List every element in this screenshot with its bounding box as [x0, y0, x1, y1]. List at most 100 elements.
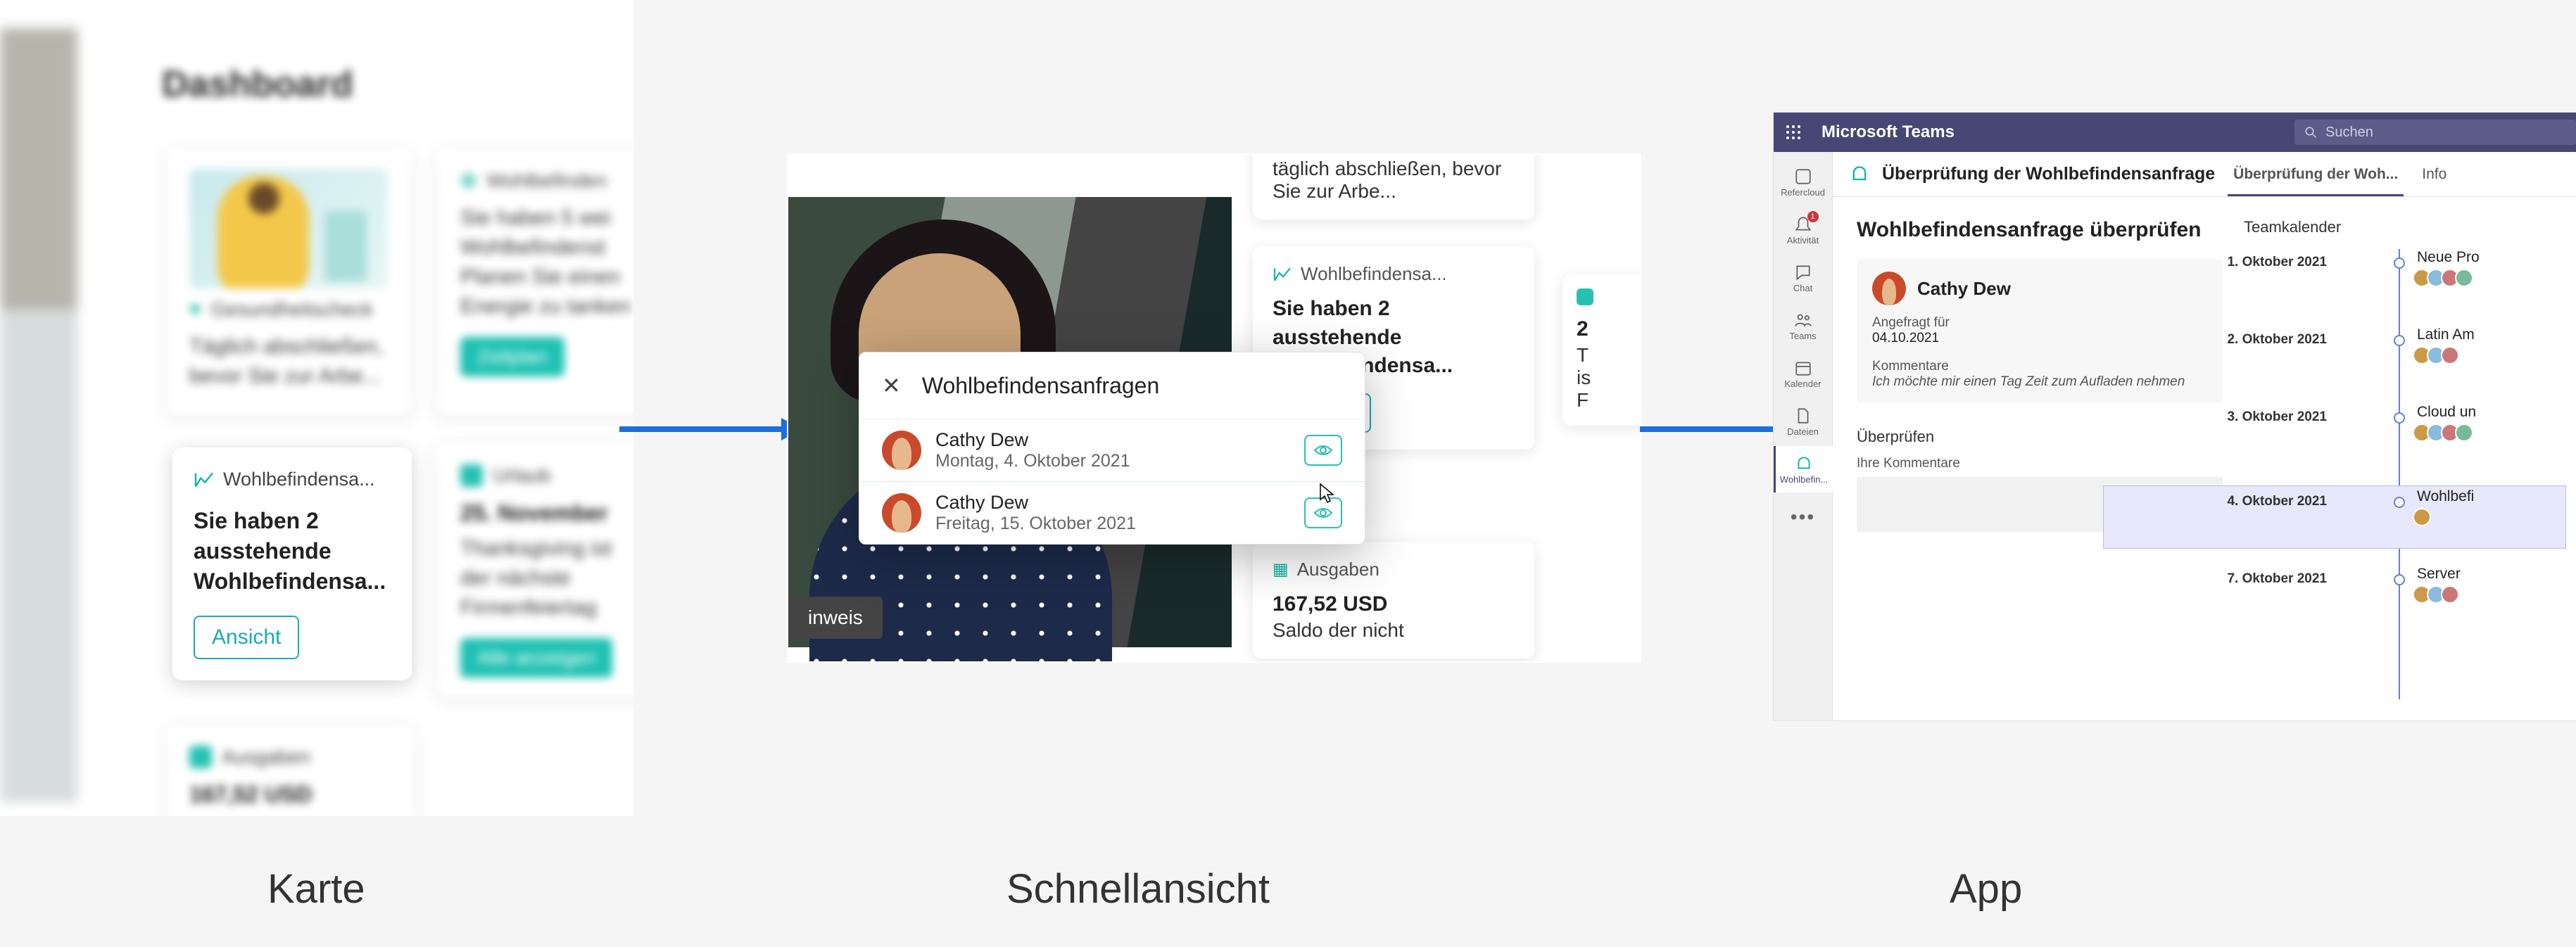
ellipsis-icon: ••• — [1791, 506, 1815, 528]
arrow-karte-to-schnell — [619, 415, 802, 443]
requester-name: Cathy Dew — [1917, 278, 2011, 300]
cal-event[interactable]: Server — [2417, 566, 2566, 604]
popup-title: Wohlbefindensanfragen — [922, 373, 1159, 399]
page-title: Überprüfung der Wohlbefindensanfrage — [1882, 164, 2215, 184]
alle-anzeigen-button[interactable]: Alle anzeigen — [460, 638, 612, 678]
label-app: App — [1950, 865, 2022, 913]
avatar — [882, 431, 921, 470]
request-name: Cathy Dew — [935, 429, 1290, 451]
cal-date: 1. Oktober 2021 — [2186, 255, 2327, 270]
app-main: Wohlbefindensanfrage überprüfen Cathy De… — [1833, 197, 2576, 720]
cal-event[interactable]: Neue Pro — [2417, 249, 2566, 287]
tab-ueberpruefung[interactable]: Überprüfung der Woh... — [2228, 166, 2404, 196]
search-input[interactable]: Suchen — [2294, 120, 2576, 145]
card-gesundheitscheck[interactable]: ♥Gesundheitscheck Täglich abschließen, b… — [165, 148, 412, 415]
card-title: Ausgaben — [1297, 559, 1379, 580]
cal-event[interactable]: Latin Am — [2417, 326, 2566, 364]
stage-karte: Dashboard ♥Gesundheitscheck Täglich absc… — [0, 0, 633, 816]
cal-event[interactable]: Cloud un — [2417, 404, 2566, 442]
avatar — [882, 493, 921, 533]
stage-app: Microsoft Teams Suchen Refercloud 1Aktiv… — [1774, 113, 2576, 720]
eye-icon — [1313, 443, 1333, 457]
card-body: Sie haben 5 wei Wohlbefindenst Planen Si… — [460, 203, 633, 322]
card-title: Wohlbefindensa... — [223, 469, 375, 490]
card-ausgaben[interactable]: Ausgaben 167,52 USD — [165, 725, 413, 816]
card-body: Sie haben 2 ausstehende Wohlbefindensa..… — [194, 506, 391, 597]
request-card: Cathy Dew Angefragt für 04.10.2021 Komme… — [1857, 259, 2223, 402]
teams-titlebar: Microsoft Teams Suchen — [1774, 113, 2576, 152]
card-title: Wohlbefindensa... — [1301, 263, 1447, 285]
card-title: Wohlbefinden — [486, 170, 607, 192]
stage-schnellansicht: inweis täglich abschließen, bevor Sie zu… — [788, 155, 1640, 661]
product-name: Microsoft Teams — [1821, 122, 1955, 142]
card-number-snippet: 2 T is F — [1562, 274, 1640, 426]
rail-teams[interactable]: Teams — [1774, 303, 1833, 349]
ansicht-button[interactable]: Ansicht — [194, 616, 299, 659]
card-wohlbefindensanfragen-focused[interactable]: Wohlbefindensa... Sie haben 2 ausstehend… — [172, 447, 412, 680]
label-schnellansicht: Schnellansicht — [1006, 865, 1270, 913]
close-icon[interactable]: ✕ — [882, 372, 901, 399]
cal-date: 4. Oktober 2021 — [2186, 494, 2327, 509]
view-button[interactable] — [1304, 435, 1342, 466]
app-header: Überprüfung der Wohlbefindensanfrage Übe… — [1833, 152, 2576, 197]
calendar-heading: Teamkalender — [2244, 218, 2552, 236]
request-row[interactable]: Cathy Dew Freitag, 15. Oktober 2021 — [859, 482, 1365, 544]
main-heading: Wohlbefindensanfrage überprüfen — [1857, 218, 2223, 242]
dashboard-title: Dashboard — [162, 63, 353, 106]
rail-dateien[interactable]: Dateien — [1774, 398, 1833, 445]
popup-wohlbefindensanfragen: ✕ Wohlbefindensanfragen Cathy Dew Montag… — [859, 352, 1365, 545]
activity-badge: 1 — [1807, 211, 1819, 222]
rail-aktivitaet[interactable]: 1Aktivität — [1774, 207, 1833, 253]
zeitplan-button[interactable]: Zeitplan — [460, 337, 564, 376]
card-wohlbefinden[interactable]: ✿Wohlbefinden Sie haben 5 wei Wohlbefind… — [436, 148, 633, 415]
ausgaben-sub: Saldo der nicht — [1273, 619, 1515, 642]
card-ausgaben[interactable]: ▦ Ausgaben 167,52 USD Saldo der nicht — [1253, 542, 1534, 659]
rail-kalender[interactable]: Kalender — [1774, 350, 1833, 397]
app-launcher-icon[interactable] — [1774, 113, 1813, 152]
cursor-icon — [1316, 483, 1336, 505]
comments-label: Kommentare — [1872, 359, 2207, 374]
avatar — [1872, 272, 1906, 305]
card-title: Gesundheitscheck — [211, 298, 373, 321]
money-icon: ▦ — [1273, 559, 1289, 580]
card-body: Täglich abschließen, bevor Sie zur Arbe.… — [189, 332, 388, 391]
app-rail: Refercloud 1Aktivität Chat Teams Kalende… — [1774, 152, 1833, 720]
ausgaben-value: 167,52 USD — [1273, 590, 1515, 619]
chart-icon — [1273, 267, 1292, 282]
search-placeholder: Suchen — [2325, 125, 2373, 141]
request-name: Cathy Dew — [935, 492, 1290, 514]
request-date: Montag, 4. Oktober 2021 — [935, 451, 1290, 471]
eye-icon — [1313, 506, 1333, 520]
chart-icon — [194, 471, 215, 488]
calendar-icon — [1577, 288, 1593, 305]
cal-date: 7. Oktober 2021 — [2186, 571, 2327, 587]
cal-date: 2. Oktober 2021 — [2186, 332, 2327, 348]
cal-date: 3. Oktober 2021 — [2186, 409, 2327, 425]
card-complete-snippet: täglich abschließen, bevor Sie zur Arbe.… — [1253, 155, 1534, 220]
search-icon — [2304, 126, 2317, 139]
request-row[interactable]: Cathy Dew Montag, 4. Oktober 2021 — [859, 419, 1365, 482]
cal-event[interactable]: Wohlbefi — [2417, 488, 2566, 526]
your-comments-label: Ihre Kommentare — [1857, 456, 2223, 471]
ausgaben-value: 167,52 USD — [189, 780, 389, 810]
urlaub-date: 25. November — [460, 498, 633, 528]
request-date: Freitag, 15. Oktober 2021 — [935, 514, 1290, 534]
requested-for-label: Angefragt für — [1872, 315, 2207, 331]
label-karte: Karte — [267, 865, 365, 913]
card-urlaub[interactable]: Urlaub 25. November Thanksgiving ist der… — [436, 443, 633, 697]
review-heading: Überprüfen — [1857, 428, 2223, 446]
comments-value: Ich möchte mir einen Tag Zeit zum Auflad… — [1872, 374, 2207, 390]
rail-wohlbefinden[interactable]: Wohlbefin... — [1774, 446, 1833, 492]
card-title: Urlaub — [493, 464, 550, 487]
tab-info[interactable]: Info — [2416, 166, 2452, 183]
app-icon — [1850, 165, 1869, 184]
rail-more[interactable]: ••• — [1774, 494, 1833, 540]
rail-chat[interactable]: Chat — [1774, 255, 1833, 301]
hint-pill: inweis — [788, 597, 883, 639]
karte-side-photo — [0, 28, 77, 802]
card-title: Ausgaben — [222, 746, 310, 768]
card-body: Thanksgiving ist der nächste Firmenfeier… — [460, 534, 633, 623]
rail-refercloud[interactable]: Refercloud — [1774, 159, 1833, 205]
requested-for-value: 04.10.2021 — [1872, 331, 2207, 346]
timeline-line — [2399, 249, 2400, 699]
